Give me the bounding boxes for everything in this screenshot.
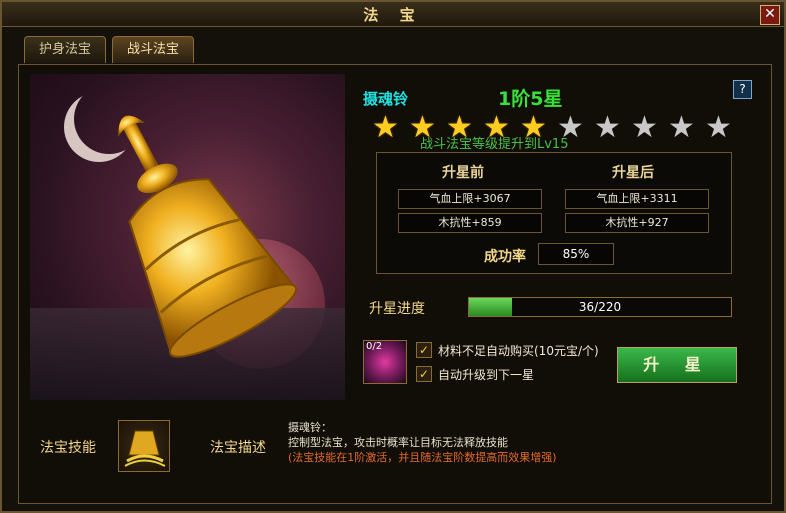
- upgrade-star-button[interactable]: 升 星: [617, 347, 737, 383]
- skill-label: 法宝技能: [40, 440, 96, 456]
- description-text-block: 摄魂铃： 控制型法宝，攻击时概率让目标无法释放技能 (法宝技能在1阶激活，并且随…: [288, 420, 557, 465]
- success-rate-value: 85%: [538, 243, 614, 265]
- description-note: (法宝技能在1阶激活，并且随法宝阶数提高而效果增强): [288, 451, 557, 464]
- sound-wave-skill-icon[interactable]: [118, 420, 170, 472]
- title-bar: 法 宝 ✕: [2, 2, 784, 27]
- star-empty-icon: ★: [631, 110, 658, 145]
- after-hp-value: 气血上限+3311: [565, 189, 709, 209]
- auto-buy-checkbox[interactable]: ✓: [416, 342, 432, 358]
- treasure-art-panel: [30, 74, 345, 400]
- material-count: 0/2: [366, 341, 383, 352]
- star-progress-text: 36/220: [578, 300, 622, 314]
- auto-upgrade-label: 自动升级到下一星: [438, 368, 535, 382]
- auto-buy-label: 材料不足自动购买(10元宝/个): [438, 344, 599, 358]
- treasure-grade: 1阶5星: [498, 88, 563, 110]
- tab-protective-treasure[interactable]: 护身法宝: [24, 36, 106, 63]
- star-progress-bar: 36/220: [468, 297, 732, 317]
- success-rate-label: 成功率: [484, 249, 526, 265]
- before-hp-value: 气血上限+3067: [398, 189, 542, 209]
- after-header: 升星后: [612, 165, 654, 181]
- tab-combat-treasure[interactable]: 战斗法宝: [112, 36, 194, 63]
- description-label: 法宝描述: [210, 440, 266, 456]
- star-empty-icon: ★: [668, 110, 695, 145]
- treasure-name: 摄魂铃: [363, 90, 409, 108]
- before-header: 升星前: [442, 165, 484, 181]
- star-empty-icon: ★: [594, 110, 621, 145]
- close-icon[interactable]: ✕: [760, 5, 780, 25]
- star-filled-icon: ★: [372, 110, 399, 145]
- window-title: 法 宝: [363, 6, 423, 24]
- before-wood-resist-value: 木抗性+859: [398, 213, 542, 233]
- star-level-note: 战斗法宝等级提升到Lv15: [420, 137, 569, 152]
- star-empty-icon: ★: [705, 110, 732, 145]
- auto-upgrade-checkbox[interactable]: ✓: [416, 366, 432, 382]
- crystal-icon[interactable]: 0/2: [363, 340, 407, 384]
- help-icon[interactable]: ?: [733, 80, 752, 99]
- star-progress-label: 升星进度: [369, 301, 425, 317]
- description-text: 控制型法宝，攻击时概率让目标无法释放技能: [288, 436, 508, 449]
- bell-icon: [118, 115, 298, 358]
- description-title: 摄魂铃：: [288, 421, 332, 434]
- after-wood-resist-value: 木抗性+927: [565, 213, 709, 233]
